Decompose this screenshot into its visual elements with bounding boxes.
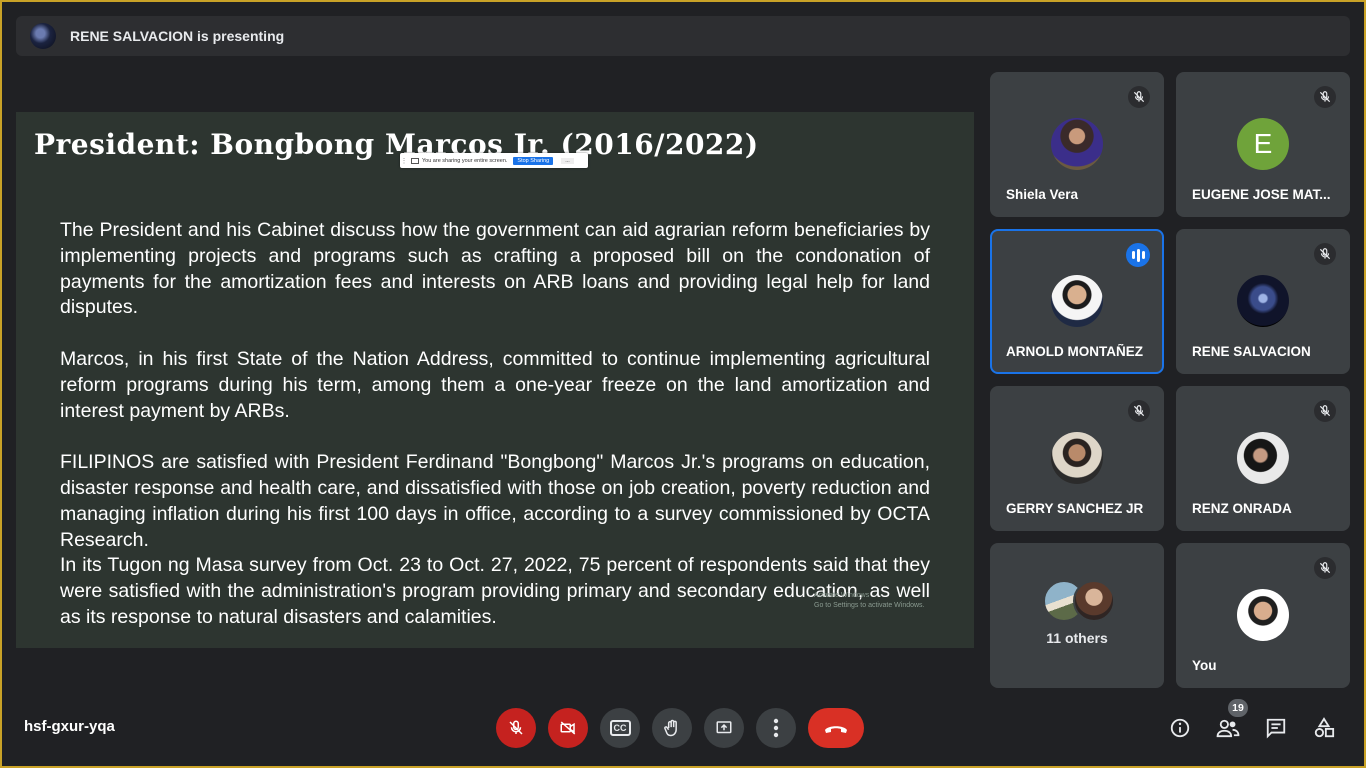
presenting-text: RENE SALVACION is presenting (70, 28, 285, 44)
captions-icon: CC (609, 720, 631, 736)
presenting-banner[interactable]: RENE SALVACION is presenting (16, 16, 1350, 56)
slide-title: President: Bongbong Marcos Jr. (2016/202… (34, 128, 759, 161)
participant-name: ARNOLD MONTAÑEZ (1006, 344, 1143, 359)
sharing-notice-bar: ⋮ You are sharing your entire screen. St… (400, 153, 588, 168)
present-now-button[interactable] (704, 708, 744, 748)
more-vert-icon (773, 718, 779, 738)
participant-avatar (1051, 432, 1103, 484)
self-avatar (1237, 589, 1289, 641)
stop-sharing-button[interactable]: Stop Sharing (513, 156, 554, 165)
participant-name: RENE SALVACION (1192, 344, 1311, 359)
hand-icon (664, 719, 677, 737)
activities-icon (1314, 717, 1335, 738)
participant-tile[interactable]: Shiela Vera (990, 72, 1164, 217)
mic-off-icon (1314, 557, 1336, 579)
chat-icon (1266, 718, 1286, 739)
sharing-notice-text: You are sharing your entire screen. (422, 157, 508, 164)
activate-windows-watermark: Activate Windows Go to Settings to activ… (814, 591, 925, 611)
leave-call-button[interactable] (808, 708, 864, 748)
slide-paragraph: Marcos, in his first State of the Nation… (60, 347, 930, 422)
mic-off-icon (1314, 86, 1336, 108)
mic-off-icon (509, 720, 523, 735)
presenter-avatar (30, 23, 56, 49)
captions-button[interactable]: CC (600, 708, 640, 748)
people-button[interactable] (1214, 714, 1242, 742)
self-tile[interactable]: You (1176, 543, 1350, 688)
shared-screen: President: Bongbong Marcos Jr. (2016/202… (16, 112, 974, 648)
participant-count-badge: 19 (1228, 699, 1248, 717)
watermark-line: Go to Settings to activate Windows. (814, 602, 925, 609)
mic-off-icon (1314, 243, 1336, 265)
mic-off-icon (1314, 400, 1336, 422)
hang-up-icon (825, 726, 847, 733)
participant-name: Shiela Vera (1006, 187, 1079, 202)
slide-paragraph: FILIPINOS are satisfied with President F… (60, 451, 930, 551)
participant-tile[interactable]: E EUGENE JOSE MAT... (1176, 72, 1350, 217)
more-options-button[interactable] (756, 708, 796, 748)
slide-body: The President and his Cabinet discuss ho… (60, 218, 930, 631)
watermark-line: Activate Windows (814, 592, 870, 599)
info-icon (1170, 718, 1190, 738)
present-screen-icon (716, 721, 732, 734)
mic-toggle-button[interactable] (496, 708, 536, 748)
slide-paragraph: The President and his Cabinet discuss ho… (60, 219, 930, 319)
others-tile[interactable]: 11 others (990, 543, 1164, 688)
participant-name: RENZ ONRADA (1192, 501, 1292, 516)
participant-tile[interactable]: GERRY SANCHEZ JR (990, 386, 1164, 531)
mic-off-icon (1128, 86, 1150, 108)
participant-avatar (1073, 580, 1115, 622)
camera-toggle-button[interactable] (548, 708, 588, 748)
screen-share-icon (411, 157, 419, 164)
others-avatars (1043, 580, 1115, 622)
meeting-details-button[interactable] (1166, 714, 1194, 742)
camera-off-icon (560, 721, 576, 735)
participant-tile[interactable]: RENZ ONRADA (1176, 386, 1350, 531)
participant-avatar (1051, 275, 1103, 327)
participant-avatar: E (1237, 118, 1289, 170)
sharing-more-button[interactable]: ... (561, 157, 574, 164)
participant-tile[interactable]: RENE SALVACION (1176, 229, 1350, 374)
participant-avatar (1237, 275, 1289, 327)
participant-avatar (1051, 118, 1103, 170)
mic-off-icon (1128, 400, 1150, 422)
chat-button[interactable] (1262, 714, 1290, 742)
activities-button[interactable] (1310, 714, 1338, 742)
participant-name: GERRY SANCHEZ JR (1006, 501, 1144, 516)
people-icon (1216, 719, 1240, 738)
raise-hand-button[interactable] (652, 708, 692, 748)
drag-handle-icon[interactable]: ⋮ (400, 157, 408, 165)
participant-tile-active-speaker[interactable]: ARNOLD MONTAÑEZ (990, 229, 1164, 374)
participant-avatar (1237, 432, 1289, 484)
participant-name: You (1192, 658, 1217, 673)
slide-paragraph: In its Tugon ng Masa survey from Oct. 23… (60, 554, 930, 628)
participant-name: EUGENE JOSE MAT... (1192, 187, 1331, 202)
meeting-code[interactable]: hsf-gxur-yqa (24, 718, 115, 735)
speaking-indicator-icon (1126, 243, 1150, 267)
others-count-label: 11 others (1046, 630, 1108, 646)
